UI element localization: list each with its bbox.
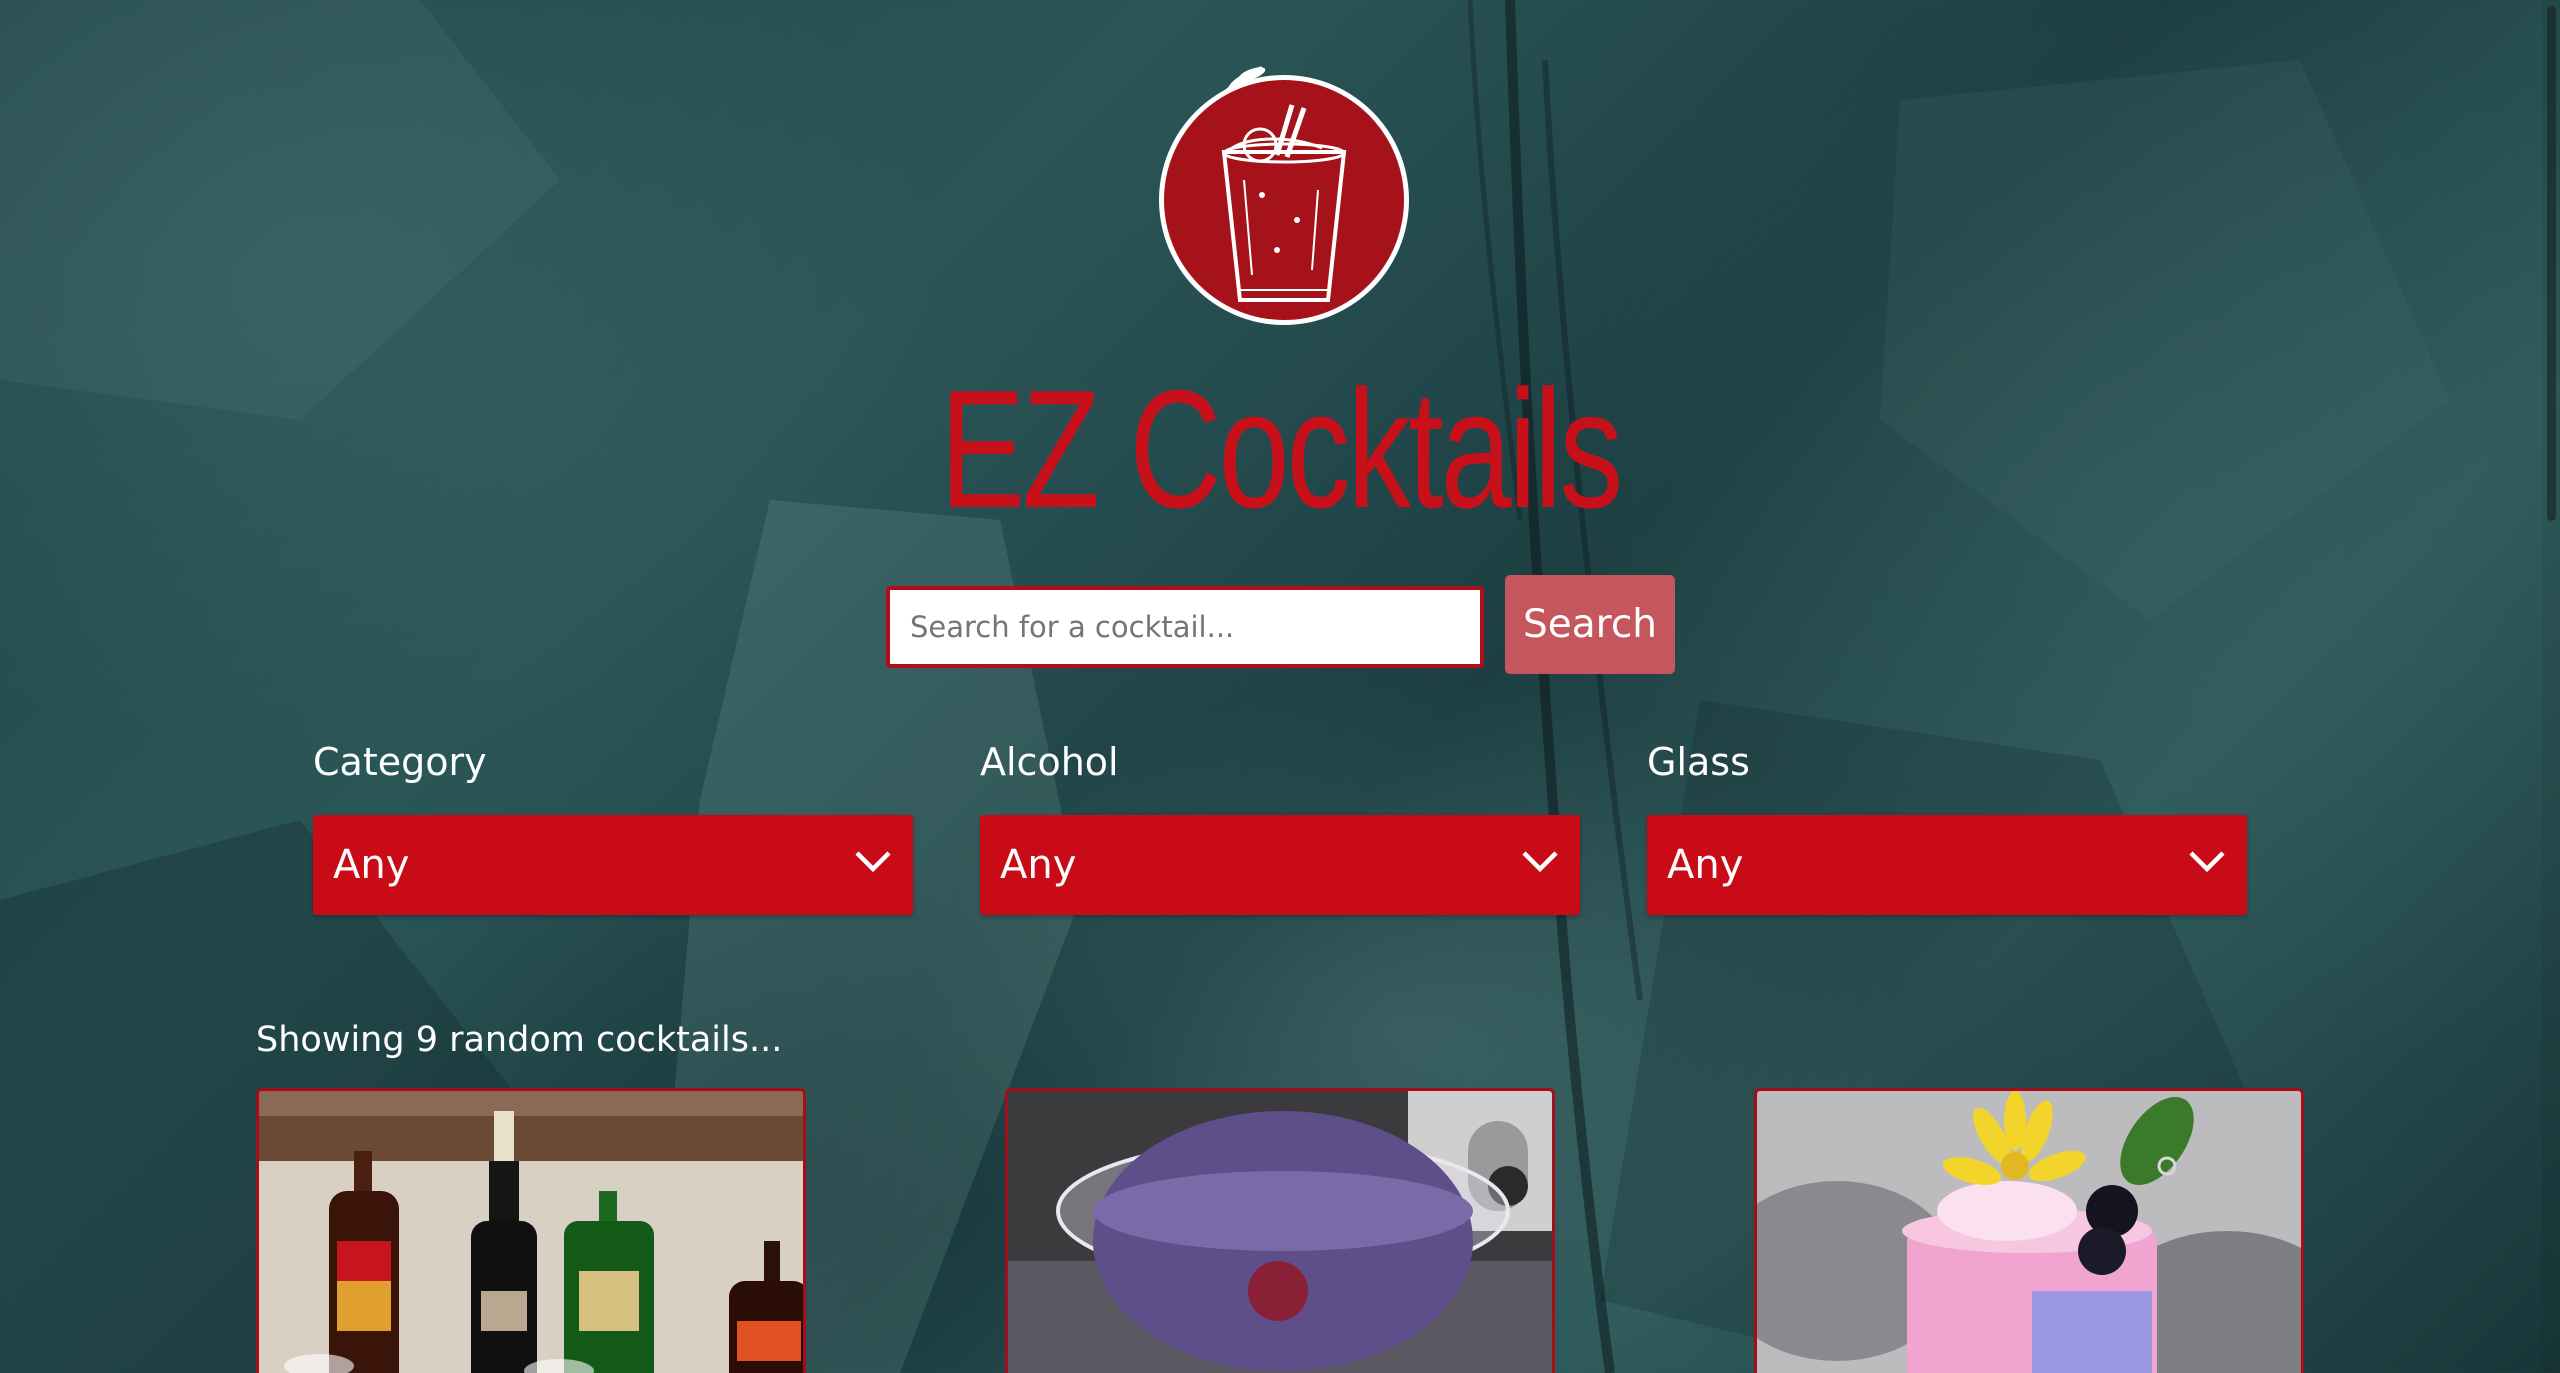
chevron-down-icon <box>1522 851 1558 873</box>
alcohol-select-value: Any <box>1000 842 1077 888</box>
glass-select-value: Any <box>1667 842 1744 888</box>
scrollbar-thumb[interactable] <box>2547 6 2556 521</box>
cocktail-image <box>1008 1091 1552 1373</box>
chevron-down-icon <box>2189 851 2225 873</box>
glass-select[interactable]: Any <box>1647 815 2247 915</box>
category-label: Category <box>313 740 487 784</box>
results-status: Showing 9 random cocktails... <box>256 1020 783 1060</box>
search-input[interactable] <box>886 586 1484 668</box>
alcohol-select[interactable]: Any <box>980 815 1580 915</box>
cocktail-card[interactable] <box>256 1088 806 1373</box>
chevron-down-icon <box>855 851 891 873</box>
cocktail-card[interactable] <box>1005 1088 1555 1373</box>
page-scrollbar[interactable] <box>2542 0 2560 1373</box>
cocktail-image <box>259 1091 803 1373</box>
search-button[interactable]: Search <box>1505 575 1675 674</box>
cocktail-card[interactable] <box>1754 1088 2304 1373</box>
glass-label: Glass <box>1647 740 1750 784</box>
alcohol-label: Alcohol <box>980 740 1119 784</box>
page-title: EZ Cocktails <box>939 355 1623 543</box>
category-select[interactable]: Any <box>313 815 913 915</box>
cocktail-image <box>1757 1091 2301 1373</box>
cocktail-glass-logo-icon <box>1132 60 1422 330</box>
category-select-value: Any <box>333 842 410 888</box>
